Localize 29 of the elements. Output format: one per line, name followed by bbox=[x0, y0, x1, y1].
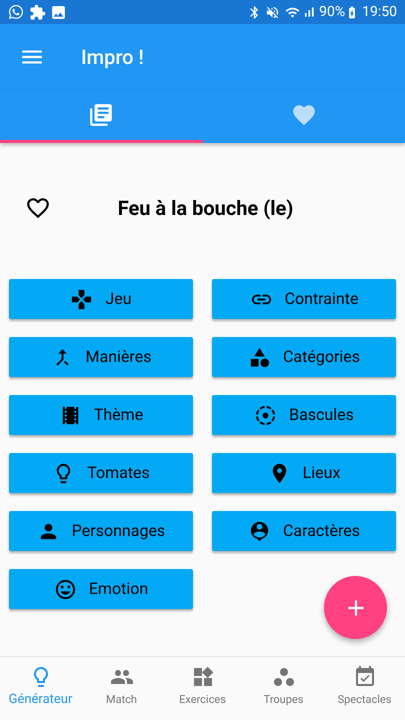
generator-button[interactable]: Bascules bbox=[212, 395, 396, 435]
puzzle-icon bbox=[29, 4, 46, 20]
books-icon bbox=[88, 102, 114, 128]
generator-button[interactable]: Jeu bbox=[9, 279, 193, 319]
generator-button[interactable]: Tomates bbox=[9, 453, 193, 493]
smiley-icon bbox=[54, 578, 77, 600]
generator-button[interactable]: Emotion bbox=[9, 569, 193, 609]
battery-percent: 90% bbox=[319, 2, 346, 22]
result-title: Feu à la bouche (le) bbox=[116, 195, 294, 222]
generator-button[interactable]: Manières bbox=[9, 337, 193, 377]
generator-button[interactable]: Contrainte bbox=[212, 279, 396, 319]
app-title: Impro ! bbox=[81, 44, 144, 71]
image-icon bbox=[50, 4, 67, 20]
add-button[interactable] bbox=[324, 576, 387, 639]
nav-item[interactable]: Troupes bbox=[243, 657, 324, 720]
shapes-icon bbox=[248, 346, 271, 368]
generator-button[interactable]: Caractères bbox=[212, 511, 396, 551]
nav-item[interactable]: Match bbox=[81, 657, 162, 720]
signal-icon bbox=[302, 5, 316, 19]
generator-button[interactable]: Lieux bbox=[212, 453, 396, 493]
chat-app-icon bbox=[8, 4, 24, 20]
gamepad-icon bbox=[70, 288, 94, 310]
generator-button[interactable]: Catégories bbox=[212, 337, 396, 377]
nav-item[interactable]: Spectacles bbox=[324, 657, 405, 720]
mute-icon bbox=[265, 4, 280, 20]
clock: 19:50 bbox=[362, 2, 397, 22]
nav-item[interactable]: Exercices bbox=[162, 657, 243, 720]
generator-button[interactable]: Thème bbox=[9, 395, 193, 435]
generator-button[interactable]: Personnages bbox=[9, 511, 193, 551]
